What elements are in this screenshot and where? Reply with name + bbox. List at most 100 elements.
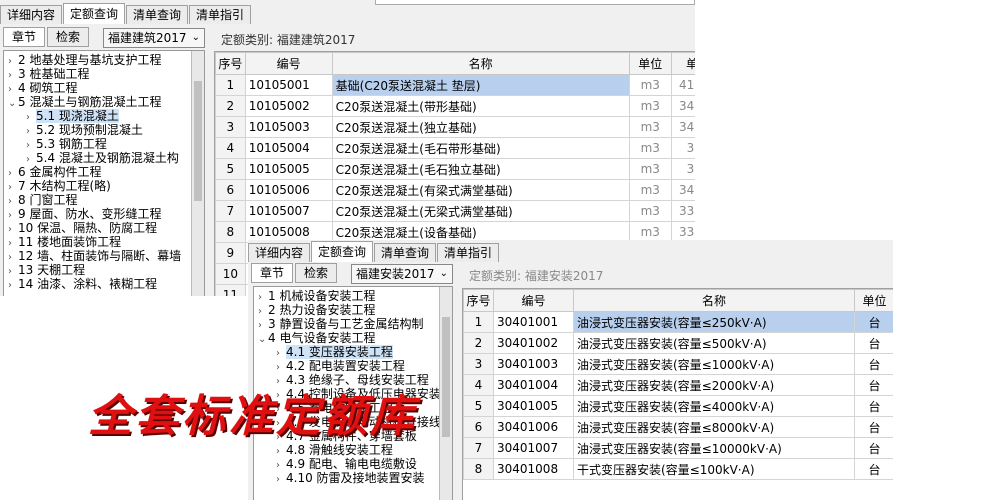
column-header[interactable]: 序号	[215, 52, 246, 75]
promo-watermark: 全套标准定额库	[88, 391, 417, 442]
tab-detail[interactable]: 详细内容	[0, 5, 63, 24]
tree-item-label: 8 门窗工程	[18, 193, 78, 207]
table-row[interactable]: 4 30401004 油浸式变压器安装(容量≤2000kV·A) 台	[463, 374, 893, 396]
cell-no: 2	[215, 95, 246, 117]
table-row[interactable]: 6 30401006 油浸式变压器安装(容量≤8000kV·A) 台	[463, 416, 893, 438]
scrollbar-thumb[interactable]	[442, 317, 450, 437]
cell-no: 10	[215, 263, 246, 285]
scrollbar-thumb[interactable]	[194, 81, 202, 201]
tree-item-label: 4 砌筑工程	[18, 81, 78, 95]
tree-item-label: 2 地基处理与基坑支护工程	[18, 53, 162, 67]
column-header[interactable]: 单位	[628, 52, 672, 75]
tree-item[interactable]: › 4.10 防雷及接地装置安装	[276, 471, 425, 485]
table-row[interactable]: 210105002C20泵送混凝土(带形基础)m3346.99	[215, 95, 695, 117]
tree-scrollbar[interactable]	[191, 51, 204, 296]
tree-item[interactable]: › 5.1 现浇混凝土	[26, 109, 119, 123]
table-row[interactable]: 2 30401002 油浸式变压器安装(容量≤500kV·A) 台	[463, 332, 893, 354]
cell-code: 10105007	[244, 200, 333, 222]
tree-item[interactable]: › 4.8 滑触线安装工程	[276, 443, 393, 457]
tree-item[interactable]: › 4.2 配电装置安装工程	[276, 359, 405, 373]
tab-quota-query[interactable]: 定额查询	[63, 3, 126, 24]
top-field[interactable]	[375, 0, 695, 5]
tree-item[interactable]: › 14 油漆、涂料、裱糊工程	[8, 277, 157, 291]
table-row[interactable]: 110105001基础(C20泵送混凝土 垫层)m3412.55	[215, 74, 695, 96]
column-header[interactable]: 名称	[573, 289, 855, 312]
cell-no: 6	[215, 179, 246, 201]
tree-item[interactable]: › 5.4 混凝土及钢筋混凝土构	[26, 151, 179, 165]
tree-item[interactable]: › 1 机械设备安装工程	[258, 289, 375, 303]
cell-no: 5	[463, 395, 494, 417]
tab-list-guide[interactable]: 清单指引	[437, 243, 500, 262]
tree-item-label: 3 静置设备与工艺金属结构制	[268, 317, 424, 331]
subtab-chapter[interactable]: 章节	[3, 27, 46, 47]
column-header[interactable]: 序号	[463, 289, 494, 312]
collapse-icon[interactable]: ⌄	[8, 97, 18, 111]
tree-item[interactable]: › 2 热力设备安装工程	[258, 303, 375, 317]
expand-icon[interactable]: ›	[276, 473, 286, 487]
table-row[interactable]: 8 30401008 干式变压器安装(容量≤100kV·A) 台	[463, 458, 893, 480]
category-label: 定额类别: 福建建筑2017	[221, 33, 356, 47]
table-row[interactable]: 710105007C20泵送混凝土(无梁式满堂基础)m3339.88	[215, 200, 695, 222]
cell-no: 4	[215, 137, 246, 159]
cell-code: 10105003	[244, 116, 333, 138]
column-header[interactable]: 名称	[331, 52, 630, 75]
tree-item[interactable]: › 11 楼地面装饰工程	[8, 235, 121, 249]
cell-code: 30401006	[493, 416, 574, 438]
cell-no: 3	[215, 116, 246, 138]
cell-unit: 台	[854, 311, 893, 333]
tree-item[interactable]: › 7 木结构工程(略)	[8, 179, 111, 193]
library-select[interactable]: 福建安装2017 ⌄	[351, 264, 453, 284]
tree-item-label: 4.9 配电、输电电缆敷设	[286, 457, 417, 471]
column-header[interactable]: 单价	[670, 52, 695, 75]
column-header[interactable]: 编号	[493, 289, 574, 312]
tree-item[interactable]: › 4.1 变压器安装工程	[276, 345, 393, 359]
subtab-chapter[interactable]: 章节	[251, 263, 294, 283]
subtab-search[interactable]: 检索	[47, 27, 90, 47]
library-select[interactable]: 福建建筑2017 ⌄	[103, 28, 205, 48]
table-row[interactable]: 310105003C20泵送混凝土(独立基础)m3340.62	[215, 116, 695, 138]
tree-item[interactable]: ⌄ 4 电气设备安装工程	[258, 331, 375, 345]
cell-code: 30401002	[493, 332, 574, 354]
expand-icon[interactable]: ›	[8, 279, 18, 293]
tab-list-query[interactable]: 清单查询	[374, 243, 437, 262]
tab-detail[interactable]: 详细内容	[248, 243, 311, 262]
tree-item[interactable]: › 10 保温、隔热、防腐工程	[8, 221, 157, 235]
table-row[interactable]: 1 30401001 油浸式变压器安装(容量≤250kV·A) 台	[463, 311, 893, 333]
table-row[interactable]: 5 30401005 油浸式变压器安装(容量≤4000kV·A) 台	[463, 395, 893, 417]
tree-scrollbar[interactable]	[439, 287, 452, 500]
tree-item[interactable]: › 6 金属构件工程	[8, 165, 101, 179]
collapse-icon[interactable]: ⌄	[258, 333, 268, 347]
column-header[interactable]: 单位	[854, 289, 893, 312]
table-row[interactable]: 3 30401003 油浸式变压器安装(容量≤1000kV·A) 台	[463, 353, 893, 375]
table-row[interactable]: 510105005C20泵送混凝土(毛石独立基础)m336.85	[215, 158, 695, 180]
library-select-value: 福建安装2017	[356, 267, 435, 281]
cell-name: 干式变压器安装(容量≤100kV·A)	[573, 458, 855, 480]
tree-item-label: 4.2 配电装置安装工程	[286, 359, 405, 373]
cell-code: 30401005	[493, 395, 574, 417]
table-row[interactable]: 610105006C20泵送混凝土(有梁式满堂基础)m3346.24	[215, 179, 695, 201]
cell-unit: 台	[854, 458, 893, 480]
tree-item[interactable]: › 5.2 现场预制混凝土	[26, 123, 143, 137]
tab-quota-query[interactable]: 定额查询	[311, 241, 374, 262]
tree-item-label: 2 热力设备安装工程	[268, 303, 376, 317]
tree-item[interactable]: › 3 桩基础工程	[8, 67, 89, 81]
cell-no: 9	[215, 242, 246, 264]
tree-item[interactable]: › 8 门窗工程	[8, 193, 77, 207]
tree-item[interactable]: › 12 墙、柱面装饰与隔断、幕墙	[8, 249, 181, 263]
tab-list-query[interactable]: 清单查询	[126, 5, 189, 24]
table-row[interactable]: 7 30401007 油浸式变压器安装(容量≤10000kV·A) 台	[463, 437, 893, 459]
tree-item[interactable]: › 4.9 配电、输电电缆敷设	[276, 457, 417, 471]
tree-item[interactable]: ⌄ 5 混凝土与钢筋混凝土工程	[8, 95, 161, 109]
tree-item[interactable]: › 2 地基处理与基坑支护工程	[8, 53, 161, 67]
tree-item[interactable]: › 13 天棚工程	[8, 263, 85, 277]
tree-item[interactable]: › 4 砌筑工程	[8, 81, 77, 95]
cell-unit: m3	[628, 179, 672, 201]
tab-list-guide[interactable]: 清单指引	[189, 5, 252, 24]
tree-item[interactable]: › 3 静置设备与工艺金属结构制	[258, 317, 423, 331]
subtab-search[interactable]: 检索	[295, 263, 338, 283]
table-row[interactable]: 410105004C20泵送混凝土(毛石带形基础)m337.57	[215, 137, 695, 159]
column-header[interactable]: 编号	[244, 52, 333, 75]
tree-item-label: 4.10 防雷及接地装置安装	[286, 471, 425, 485]
tree-item[interactable]: › 9 屋面、防水、变形缝工程	[8, 207, 161, 221]
tree-item[interactable]: › 5.3 钢筋工程	[26, 137, 107, 151]
